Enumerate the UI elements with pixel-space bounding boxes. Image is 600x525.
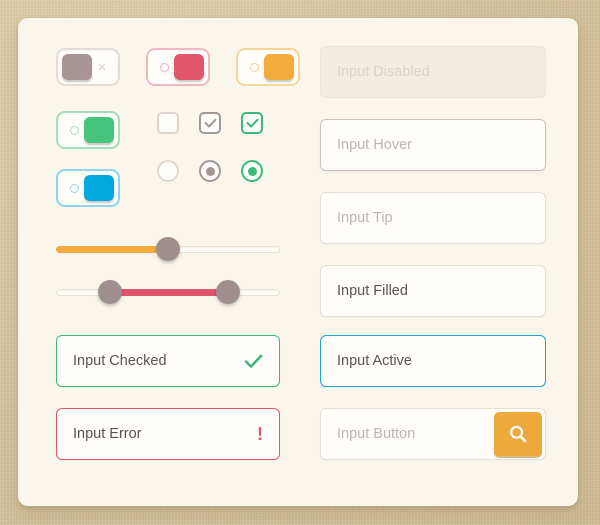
- toggle-orange-on[interactable]: [236, 48, 300, 86]
- input-filled-value: Input Filled: [337, 283, 408, 299]
- circle-icon: [151, 50, 177, 84]
- input-active[interactable]: Input Active: [320, 335, 546, 387]
- circle-icon: [241, 50, 267, 84]
- input-button-placeholder: Input Button: [337, 426, 416, 442]
- check-icon: [245, 118, 259, 128]
- input-error[interactable]: Input Error !: [56, 408, 280, 460]
- toggle-green-on[interactable]: [56, 111, 120, 149]
- slider-fill: [109, 289, 229, 296]
- checkbox-empty[interactable]: [157, 112, 179, 134]
- checkbox-checked-green[interactable]: [241, 112, 263, 134]
- input-error-value: Input Error: [73, 426, 142, 442]
- input-tip[interactable]: Input Tip: [320, 192, 546, 244]
- slider-range[interactable]: [56, 280, 280, 304]
- toggle-knob: [84, 117, 114, 143]
- toggle-group-row-1: ×: [56, 48, 300, 86]
- search-icon: [510, 425, 527, 443]
- input-disabled-placeholder: Input Disabled: [337, 64, 430, 80]
- radio-selected-gray[interactable]: [199, 160, 221, 182]
- toggle-knob: [174, 54, 204, 80]
- circle-icon: [61, 171, 87, 205]
- checkbox-checked-gray[interactable]: [199, 112, 221, 134]
- toggle-blue-on[interactable]: [56, 169, 120, 207]
- ui-kit-card: × Input Checked Input Error ! Input Disa…: [18, 18, 578, 506]
- toggle-knob: [62, 54, 92, 80]
- slider-handle-start[interactable]: [97, 280, 122, 304]
- toggle-gray-off[interactable]: ×: [56, 48, 120, 86]
- slider-single[interactable]: [56, 237, 280, 261]
- toggle-knob: [264, 54, 294, 80]
- input-hover-placeholder: Input Hover: [337, 137, 412, 153]
- exclamation-icon: !: [257, 424, 263, 444]
- search-button[interactable]: [494, 412, 542, 456]
- radio-empty[interactable]: [157, 160, 179, 182]
- input-disabled: Input Disabled: [320, 46, 546, 98]
- input-tip-placeholder: Input Tip: [337, 210, 393, 226]
- radio-dot: [247, 166, 257, 176]
- input-active-value: Input Active: [337, 353, 412, 369]
- check-icon: [203, 118, 217, 128]
- input-hover[interactable]: Input Hover: [320, 119, 546, 171]
- toggle-red-on[interactable]: [146, 48, 210, 86]
- input-checked-value: Input Checked: [73, 353, 167, 369]
- check-icon: [244, 354, 263, 368]
- input-filled[interactable]: Input Filled: [320, 265, 546, 317]
- input-checked[interactable]: Input Checked: [56, 335, 280, 387]
- slider-fill: [56, 246, 168, 253]
- input-button[interactable]: Input Button: [320, 408, 546, 460]
- slider-handle[interactable]: [156, 237, 180, 261]
- radio-dot: [205, 166, 215, 176]
- toggle-knob: [84, 175, 114, 201]
- slider-handle-end[interactable]: [216, 280, 241, 304]
- radio-selected-green[interactable]: [241, 160, 263, 182]
- circle-icon: [61, 113, 87, 147]
- close-icon: ×: [97, 58, 107, 76]
